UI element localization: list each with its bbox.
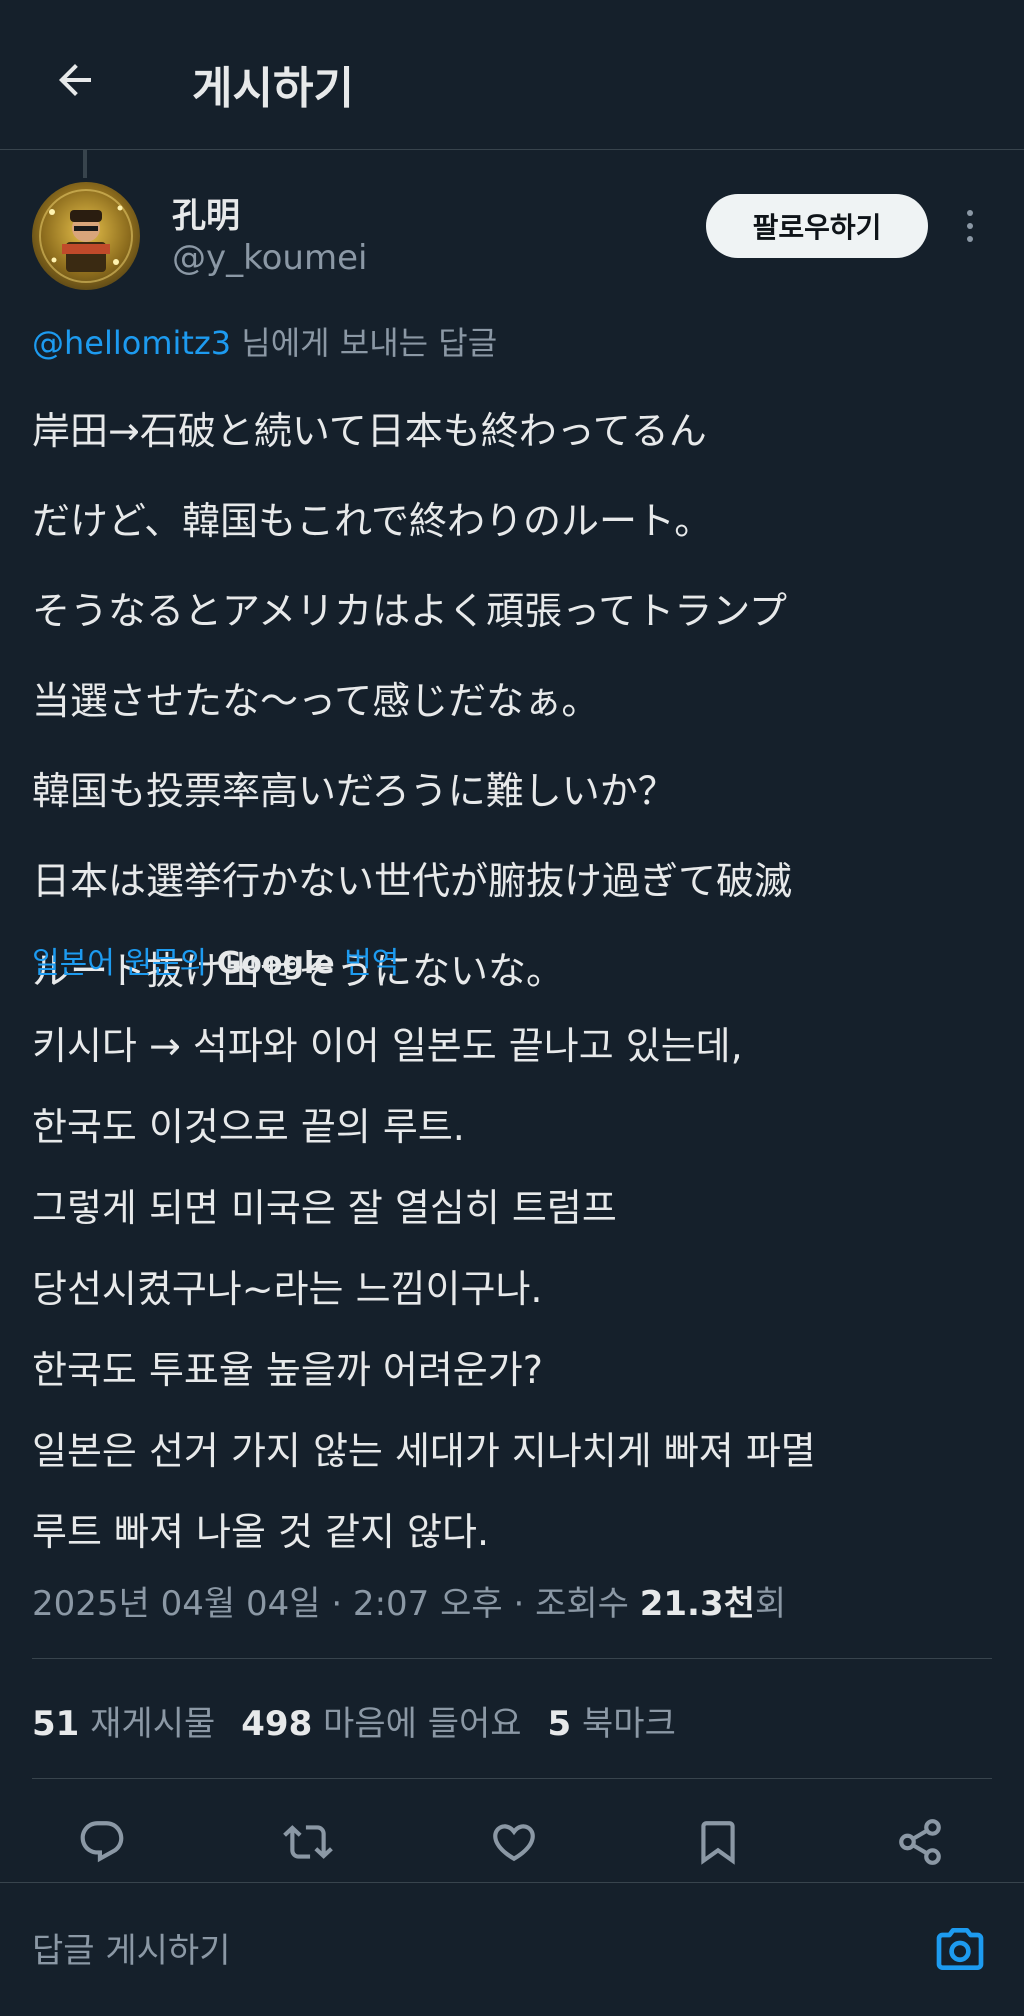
avatar[interactable] <box>32 182 140 290</box>
share-icon <box>899 1819 941 1865</box>
tweet-line: 当選させたな〜って感じだなぁ。 <box>32 679 600 723</box>
back-button[interactable] <box>40 45 110 115</box>
engagement-stats: 51 재게시물 498 마음에 들어요 5 북마크 <box>32 1696 676 1745</box>
reply-context: @hellomitz3 님에게 보내는 답글 <box>32 318 497 364</box>
view-count-suffix: 회 <box>754 1584 787 1624</box>
reply-icon <box>80 1821 124 1863</box>
bookmarks-count: 5 <box>547 1704 572 1744</box>
more-options-button[interactable] <box>955 200 985 252</box>
translated-text: 키시다 → 석파와 이어 일본도 끝나고 있는데, 한국도 이것으로 끝의 루트… <box>32 1006 992 1573</box>
reply-mention-link[interactable]: @hellomitz3 <box>32 324 231 362</box>
bookmarks-stat[interactable]: 5 북마크 <box>548 1696 676 1745</box>
like-button[interactable] <box>484 1812 544 1872</box>
reply-composer-bar: 답글 게시하기 <box>0 1882 1024 2016</box>
camera-button[interactable] <box>928 1917 992 1981</box>
translated-line: 루트 빠져 나올 것 같지 않다. <box>32 1510 490 1554</box>
post-timestamp: 2025년 04월 04일 · 2:07 오후 · 조회수 21.3천회 <box>32 1576 786 1625</box>
author-name[interactable]: 孔明 <box>172 188 240 237</box>
translated-line: 일본은 선거 가지 않는 세대가 지나치게 빠져 파멸 <box>32 1429 816 1473</box>
reply-input[interactable]: 답글 게시하기 <box>32 1923 892 1979</box>
translated-line: 한국도 투표율 높을까 어려운가? <box>32 1348 543 1392</box>
tweet-line: 日本は選挙行かない世代が腑抜け過ぎて破滅 <box>32 859 793 903</box>
likes-label: 마음에 들어요 <box>312 1704 522 1744</box>
translated-line: 키시다 → 석파와 이어 일본도 끝나고 있는데, <box>32 1024 743 1068</box>
repost-button[interactable] <box>278 1812 338 1872</box>
divider <box>32 1778 992 1779</box>
follow-button[interactable]: 팔로우하기 <box>706 194 928 258</box>
like-icon <box>493 1824 535 1862</box>
author-handle[interactable]: @y_koumei <box>172 238 367 278</box>
tweet-line: そうなるとアメリカはよく頑張ってトランプ <box>32 589 788 633</box>
page-title: 게시하기 <box>192 63 354 114</box>
repost-icon <box>283 1825 333 1859</box>
tweet-line: 岸田→石破と続いて日本も終わってるん <box>32 409 707 453</box>
divider <box>32 1658 992 1659</box>
translation-prefix: 일본어 원문의 <box>32 946 217 981</box>
translation-suffix: 번역 <box>334 946 400 981</box>
avatar-image <box>39 189 133 283</box>
arrow-left-icon <box>59 64 91 96</box>
translation-attribution-link[interactable]: 일본어 원문의 Google 번역 <box>32 938 399 982</box>
translated-line: 그렇게 되면 미국은 잘 열심히 트럼프 <box>32 1186 617 1230</box>
translated-line: 당선시켰구나~라는 느낌이구나. <box>32 1267 543 1311</box>
thread-connector <box>83 150 87 178</box>
likes-count: 498 <box>241 1704 313 1744</box>
likes-stat[interactable]: 498 마음에 들어요 <box>241 1696 521 1745</box>
share-button[interactable] <box>890 1812 950 1872</box>
tweet-line: 韓国も投票率高いだろうに難しいか？ <box>32 769 676 813</box>
reply-button[interactable] <box>72 1812 132 1872</box>
camera-icon <box>936 1928 984 1970</box>
reply-context-text: 님에게 보내는 답글 <box>231 324 498 362</box>
more-dot-icon <box>967 236 973 242</box>
bookmarks-label: 북마크 <box>571 1704 676 1744</box>
view-count[interactable]: 21.3천 <box>640 1584 755 1624</box>
tweet-text: 岸田→石破と続いて日本も終わってるん だけど、韓国もこれで終わりのルート。 そう… <box>32 386 992 1016</box>
action-bar <box>0 1800 1024 1880</box>
more-dot-icon <box>967 223 973 229</box>
reposts-label: 재게시물 <box>79 1704 216 1744</box>
google-logo-text: Google <box>216 946 335 981</box>
more-dot-icon <box>967 210 973 216</box>
tweet-line: だけど、韓国もこれで終わりのルート。 <box>32 499 713 543</box>
reposts-count: 51 <box>32 1704 80 1744</box>
timestamp-text[interactable]: 2025년 04월 04일 · 2:07 오후 · 조회수 <box>32 1584 640 1624</box>
top-bar: 게시하기 <box>0 0 1024 150</box>
bookmark-icon <box>701 1821 735 1865</box>
translated-line: 한국도 이것으로 끝의 루트. <box>32 1105 465 1149</box>
bookmark-button[interactable] <box>688 1812 748 1872</box>
reposts-stat[interactable]: 51 재게시물 <box>32 1696 215 1745</box>
